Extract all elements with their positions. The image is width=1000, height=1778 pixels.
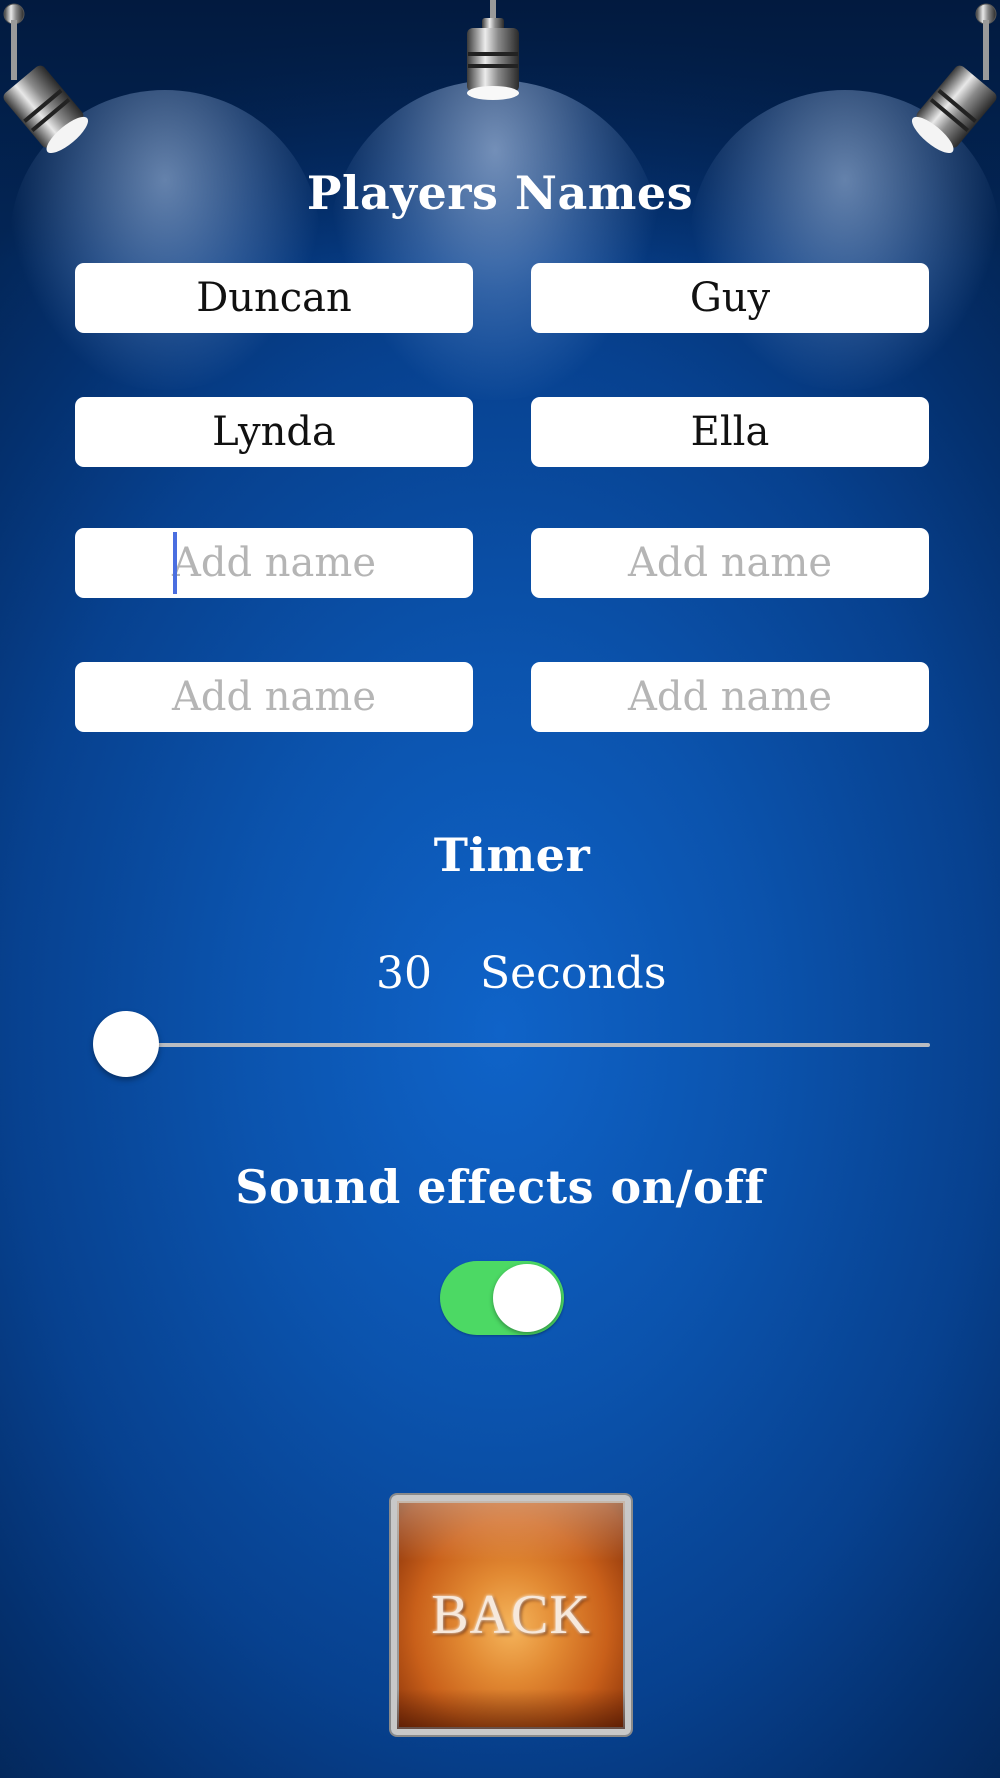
sound-effects-toggle[interactable] [440,1261,564,1335]
player-name-field-3[interactable] [75,397,473,467]
spotlight-center-icon [467,0,519,100]
toggle-knob[interactable] [493,1264,561,1332]
timer-readout: 30 Seconds [0,948,1000,1008]
timer-slider[interactable] [92,1010,932,1080]
players-names-title: Players Names [306,166,694,220]
player-name-field-7[interactable] [75,662,473,732]
spotlight-glow-center [330,80,660,400]
timer-value: 30 [376,948,432,999]
player-name-field-6[interactable] [531,528,929,598]
back-button[interactable]: BACK [391,1495,631,1735]
slider-thumb[interactable] [93,1011,159,1077]
player-name-field-5[interactable] [75,528,473,598]
timer-unit: Seconds [480,948,667,999]
back-button-label: BACK [431,1584,591,1646]
player-name-field-8[interactable] [531,662,929,732]
slider-track[interactable] [126,1043,930,1047]
spotlight-left-icon [3,3,89,154]
spotlight-right-icon [911,3,997,154]
player-name-field-1[interactable] [75,263,473,333]
player-name-field-4[interactable] [531,397,929,467]
player-name-field-2[interactable] [531,263,929,333]
timer-title: Timer [433,828,591,882]
text-cursor [173,532,177,594]
sound-effects-title: Sound effects on/off [235,1160,765,1214]
